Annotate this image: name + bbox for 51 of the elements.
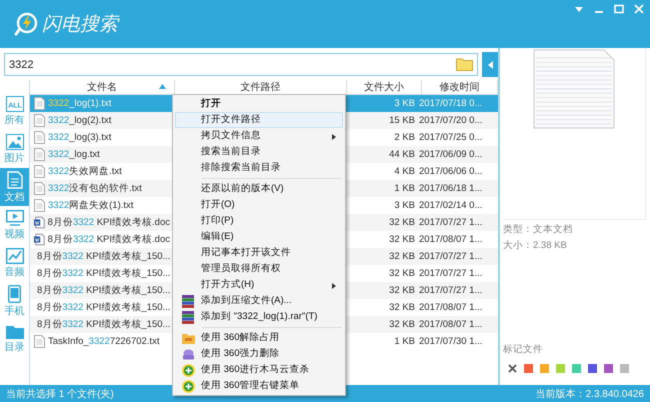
file-name: 8月份3322 KPI绩效考核_150... [37, 250, 170, 263]
modified-time: 2017/08/07 1... [419, 318, 484, 331]
file-name: 8月份3322 KPI绩效考核.doc [48, 233, 170, 246]
file-size: 3 KB [393, 97, 416, 110]
modified-time: 2017/07/25 0... [419, 131, 484, 144]
file-name: 3322网盘失效(1).txt [48, 199, 134, 212]
file-name: 8月份3322 KPI绩效考核_150... [37, 284, 170, 297]
file-size: 3 KB [393, 199, 416, 212]
file-name: 3322_log(2).txt [48, 115, 112, 126]
file-size: 32 KB [388, 267, 416, 280]
file-size: 32 KB [388, 233, 416, 246]
modified-time: 2017/08/07 1... [419, 301, 484, 314]
file-size: 32 KB [388, 250, 416, 263]
file-name: 8月份3322 KPI绩效考核_150... [37, 301, 170, 314]
file-size: 32 KB [388, 318, 416, 331]
file-type: 类型：文本文档 [503, 223, 574, 236]
app-title: 闪电搜索 [42, 13, 118, 37]
file-name: 3322_log(1).txt [48, 98, 112, 109]
file-name: 3322_log(3).txt [48, 132, 112, 143]
version-label: 当前版本：2.3.840.0426 [536, 388, 644, 400]
file-size: 1 KB [393, 182, 416, 195]
modified-time: 2017/07/20 0... [419, 114, 484, 127]
modified-time: 2017/07/27 1... [419, 250, 484, 263]
file-name: TaskInfo_33227226702.txt [48, 336, 160, 347]
modified-time: 2017/07/27 1... [419, 267, 484, 280]
file-size: 2 KB [393, 131, 416, 144]
modified-time: 2017/06/06 0... [419, 165, 484, 178]
file-name: 3322没有包的软件.txt [48, 182, 142, 195]
modified-time: 2017/02/14 0... [419, 199, 484, 212]
file-name: 8月份3322 KPI绩效考核_150... [37, 318, 170, 331]
modified-time: 2017/07/27 1... [419, 216, 484, 229]
file-size: 4 KB [393, 165, 416, 178]
file-size: 1 KB [393, 335, 416, 348]
file-size: 32 KB [388, 301, 416, 314]
modified-time: 2017/08/07 1... [419, 233, 484, 246]
file-size: 32 KB [388, 284, 416, 297]
modified-time: 2017/06/18 1... [419, 182, 484, 195]
file-name: 3322失效网盘.txt [48, 165, 122, 178]
file-size: 15 KB [388, 114, 416, 127]
modified-time: 2017/06/09 0... [419, 148, 484, 161]
file-name: 8月份3322 KPI绩效考核.doc [48, 216, 170, 229]
modified-time: 2017/07/27 1... [419, 284, 484, 297]
selection-status: 当前共选择 1 个文件(夹) [6, 388, 114, 400]
file-name: 3322_log.txt [48, 149, 100, 160]
tag-label: 标记文件 [503, 343, 544, 356]
file-name: 8月份3322 KPI绩效考核_150... [37, 267, 170, 280]
modified-time: 2017/07/18 0... [419, 97, 484, 110]
file-size-info: 大小：2.38 KB [503, 239, 568, 252]
modified-time: 2017/07/30 1... [419, 335, 484, 348]
file-size: 32 KB [388, 216, 416, 229]
file-size: 44 KB [388, 148, 416, 161]
